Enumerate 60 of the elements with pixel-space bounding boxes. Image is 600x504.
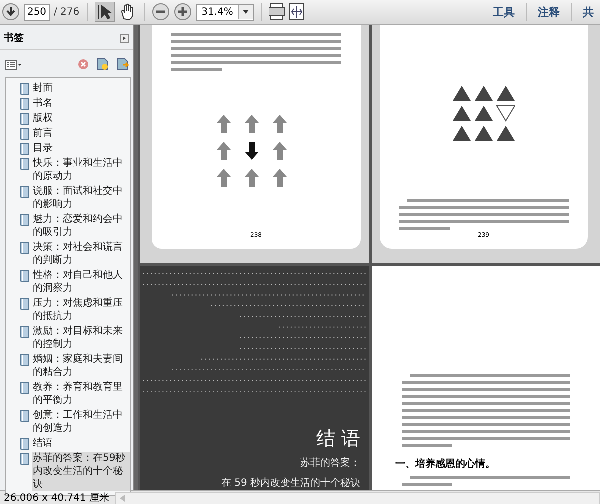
zoom-out-icon[interactable]	[152, 3, 170, 21]
expand-bookmark-icon[interactable]	[117, 58, 129, 71]
fit-page-icon[interactable]	[269, 3, 286, 21]
select-tool-icon[interactable]	[94, 2, 115, 22]
menu-tab[interactable]: 工具	[489, 4, 519, 20]
bookmark-icon	[20, 242, 29, 254]
new-bookmark-icon[interactable]	[97, 58, 109, 71]
chapter-tagline: 在 59 秒内改变生活的十个秘诀	[221, 476, 360, 490]
bookmark-icon	[20, 158, 29, 170]
bookmark-item[interactable]: 性格：对自己和他人的洞察力	[32, 269, 130, 295]
zoom-in-icon[interactable]	[174, 3, 192, 21]
bookmark-icon	[20, 113, 29, 125]
collapse-panel-icon[interactable]	[120, 34, 129, 42]
panel-title: 书签	[4, 32, 24, 45]
chapter-subtitle: 苏菲的答案：	[300, 456, 360, 470]
page-total: / 276	[54, 6, 80, 18]
zoom-field[interactable]: 31.4%	[196, 4, 254, 20]
bookmark-icon	[20, 453, 29, 465]
bookmark-icon	[20, 143, 29, 155]
section-heading: 一、培养感恩的心情。	[396, 457, 496, 471]
bookmark-icon	[20, 128, 29, 140]
options-menu-icon[interactable]	[5, 60, 22, 70]
bookmark-item[interactable]: 创意：工作和生活中的创造力	[32, 409, 130, 435]
bookmark-item[interactable]: 书名	[32, 97, 54, 110]
fit-width-icon[interactable]	[289, 3, 306, 21]
bookmark-icon	[20, 186, 29, 198]
delete-icon[interactable]	[78, 59, 89, 70]
page-size-label: 26.006 x 40.741 厘米	[3, 492, 110, 504]
triangle-grid-drawing	[452, 86, 515, 142]
menu-tab[interactable]: 共	[579, 4, 598, 20]
bookmark-icon	[20, 298, 29, 310]
bookmark-icon	[20, 214, 29, 226]
dropdown-caret-icon[interactable]	[238, 5, 254, 19]
bookmark-item[interactable]: 结语	[32, 437, 54, 450]
bookmark-icon	[20, 270, 29, 282]
bookmark-icon	[20, 83, 29, 95]
bookmark-icon	[20, 326, 29, 338]
bookmark-item[interactable]: 快乐：事业和生活中的原动力	[32, 157, 130, 183]
bookmark-item[interactable]: 版权	[32, 112, 54, 125]
chapter-title: 结 语	[316, 427, 360, 452]
menu-tab[interactable]: 注释	[534, 4, 564, 20]
horizontal-scrollbar[interactable]	[115, 492, 600, 504]
bookmark-item[interactable]: 苏菲的答案：在59秒内改变生活的十个秘诀	[32, 452, 130, 491]
bookmark-item[interactable]: 魅力：恋爱和约会中的吸引力	[32, 213, 130, 239]
page-field[interactable]: 250	[24, 4, 50, 20]
bookmark-item[interactable]: 压力：对焦虑和重压的抵抗力	[32, 297, 130, 323]
bookmark-item[interactable]: 激励：对目标和未来的控制力	[32, 325, 130, 351]
bookmark-icon	[20, 410, 29, 422]
bookmark-item[interactable]: 决策：对社会和谎言的判断力	[32, 241, 130, 267]
bookmark-item[interactable]: 前言	[32, 127, 54, 140]
bookmark-item[interactable]: 目录	[32, 142, 54, 155]
bookmark-icon	[20, 354, 29, 366]
bookmark-item[interactable]: 说服：面试和社交中的影响力	[32, 185, 130, 211]
bookmark-icon	[20, 98, 29, 110]
bookmark-item[interactable]: 婚姻：家庭和夫妻间的粘合力	[32, 353, 130, 379]
bookmark-icon	[20, 438, 29, 450]
bookmark-icon	[20, 382, 29, 394]
next-page-icon[interactable]	[2, 3, 20, 21]
bookmark-item[interactable]: 教养：养育和教育里的平衡力	[32, 381, 130, 407]
bookmark-item[interactable]: 封面	[32, 82, 54, 95]
